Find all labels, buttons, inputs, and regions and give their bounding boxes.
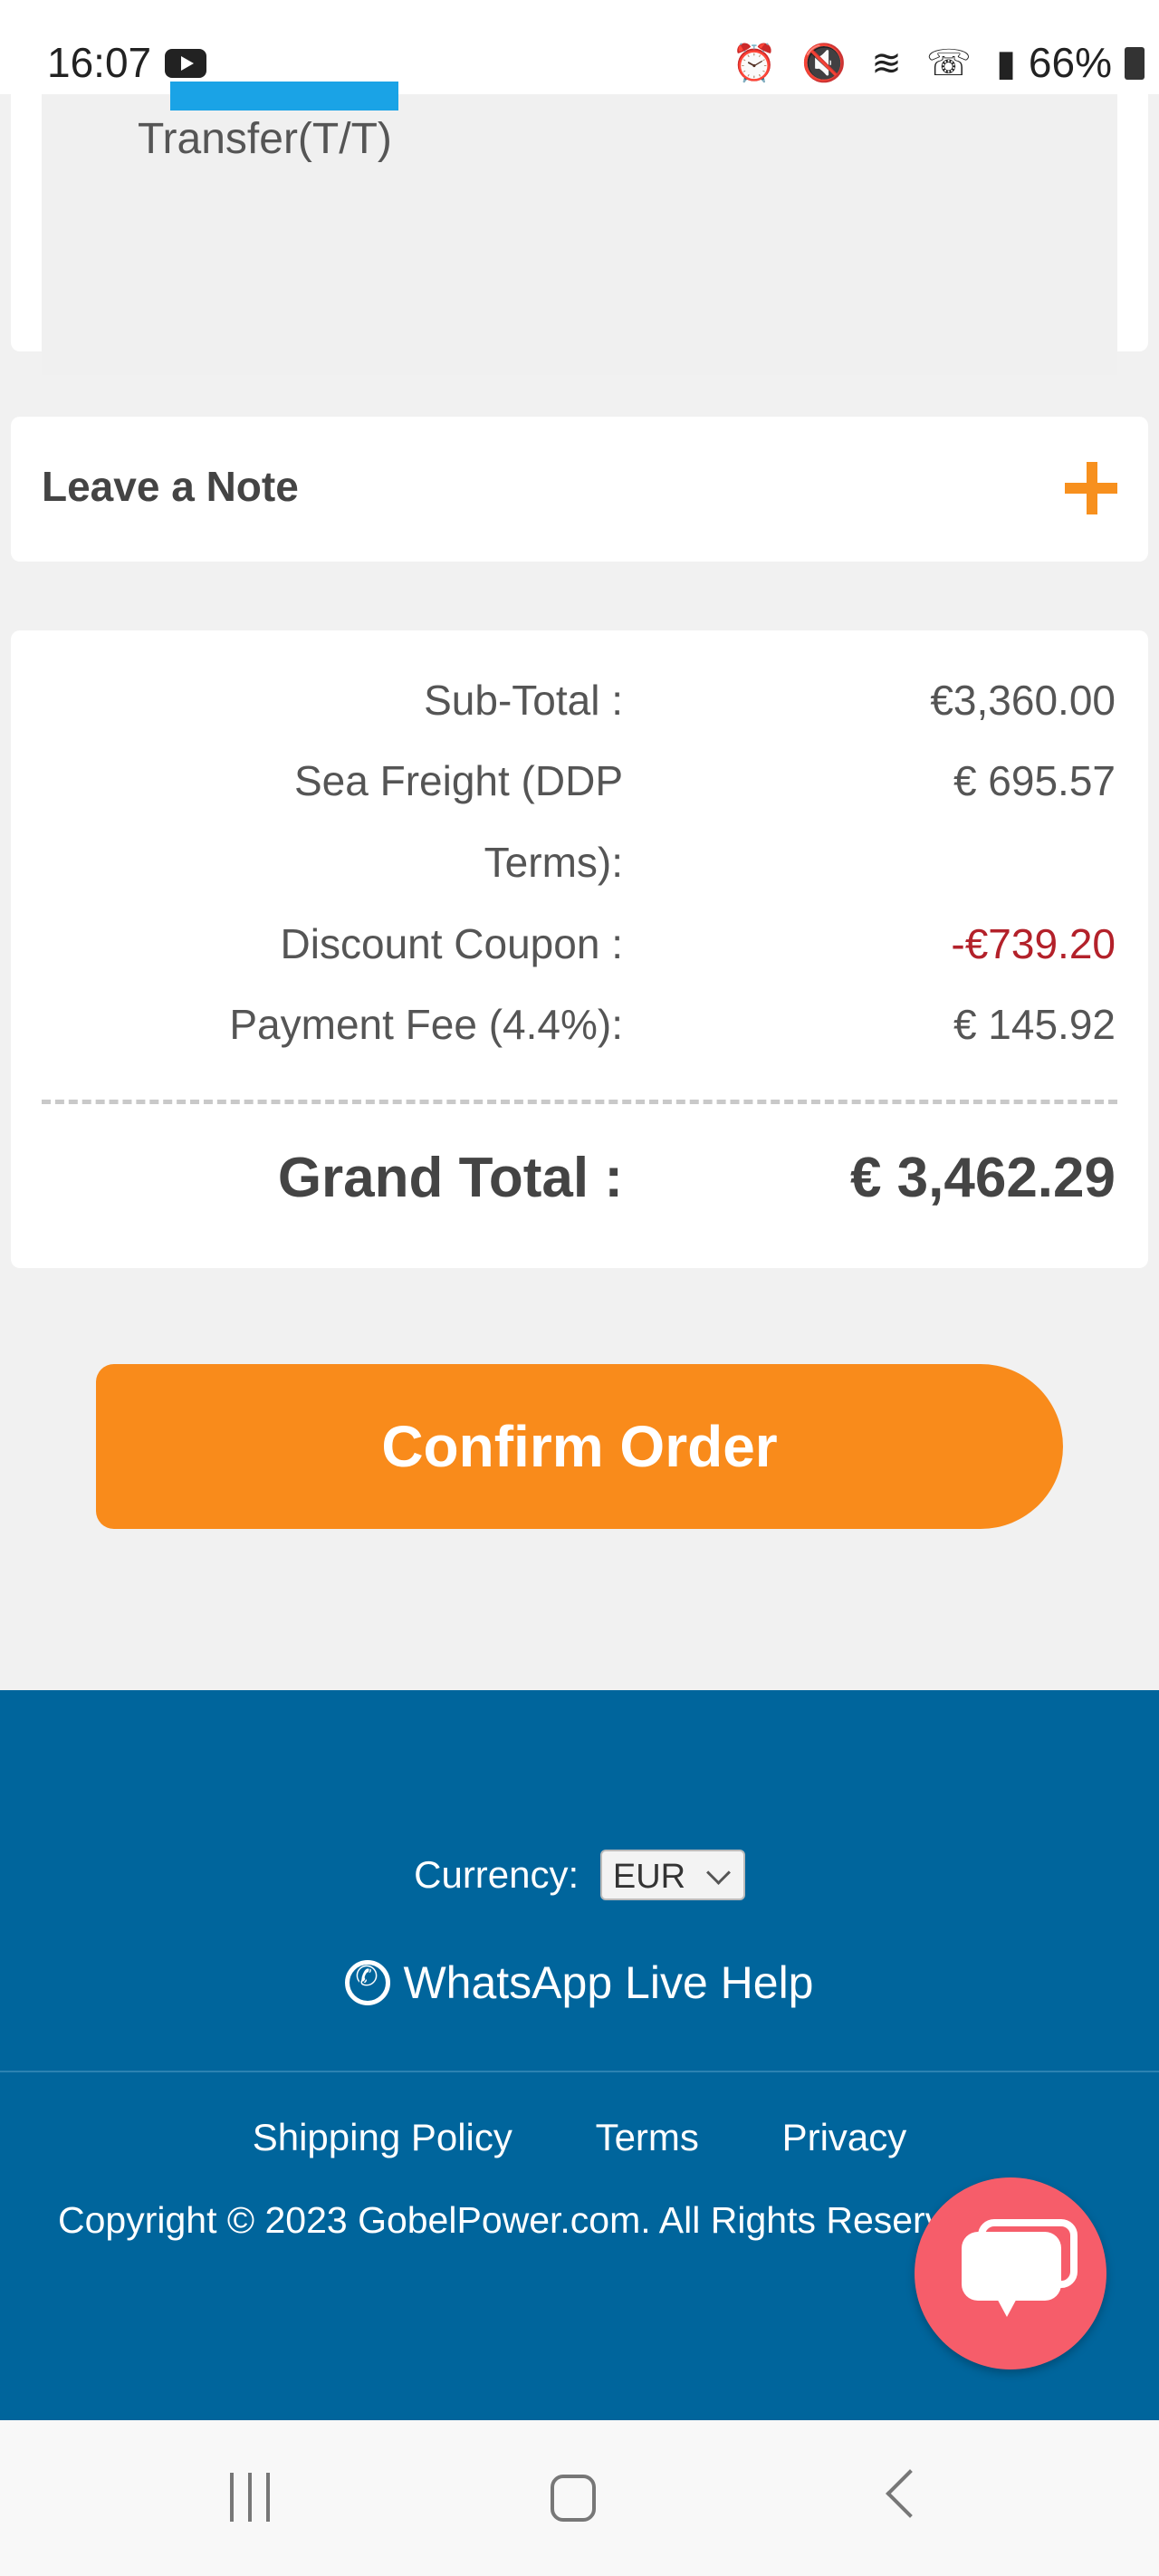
leave-note-label: Leave a Note	[42, 463, 299, 510]
battery-percent: 66%	[1028, 39, 1112, 86]
freight-label-cont: Terms):	[484, 839, 623, 886]
whatsapp-live-help-link[interactable]: WhatsApp Live Help	[0, 1953, 1159, 2009]
freight-label: Sea Freight (DDP	[293, 757, 623, 804]
chat-bubble-icon	[962, 2232, 1061, 2301]
leave-note-section[interactable]: Leave a Note	[11, 417, 1148, 562]
status-time: 16:07	[47, 39, 152, 86]
currency-label: Currency:	[414, 1853, 580, 1896]
plus-icon[interactable]	[1065, 462, 1117, 514]
totals-divider	[42, 1100, 1117, 1104]
battery-icon	[1125, 47, 1145, 80]
footer-divider	[0, 2071, 1159, 2072]
payment-fee-label: Payment Fee (4.4%):	[229, 1001, 623, 1048]
whatsapp-label: WhatsApp Live Help	[403, 1956, 814, 2008]
privacy-link[interactable]: Privacy	[782, 2116, 907, 2158]
payment-fee-value: € 145.92	[953, 1001, 1116, 1048]
grand-total-label: Grand Total :	[277, 1147, 623, 1209]
discount-label: Discount Coupon :	[280, 920, 623, 967]
currency-selector: Currency: EUR	[0, 1850, 1159, 1900]
discount-value: -€739.20	[951, 920, 1116, 967]
payment-method-label: Transfer(T/T)	[138, 115, 392, 163]
whatsapp-icon	[345, 1959, 391, 2005]
status-icons: ⏰ 🔇 ≋ ☏ ▮	[732, 43, 1023, 83]
subtotal-value: €3,360.00	[930, 677, 1116, 724]
terms-link[interactable]: Terms	[596, 2116, 699, 2158]
confirm-order-button[interactable]: Confirm Order	[96, 1364, 1063, 1529]
freight-value: € 695.57	[953, 757, 1116, 804]
home-icon[interactable]	[551, 2475, 596, 2522]
chevron-down-icon	[705, 1860, 731, 1885]
footer-links: Shipping Policy Terms Privacy	[0, 2116, 1159, 2159]
recent-apps-icon[interactable]	[226, 2473, 275, 2522]
grand-total-value: € 3,462.29	[849, 1147, 1116, 1209]
back-icon[interactable]	[886, 2469, 934, 2518]
grand-total-row: Grand Total : € 3,462.29	[11, 1138, 1148, 1219]
currency-value: EUR	[612, 1858, 686, 1896]
system-nav-bar	[0, 2420, 1159, 2576]
copyright-text: Copyright © 2023 GobelPower.com. All Rig…	[58, 2199, 985, 2241]
status-bar: 16:07 ⏰ 🔇 ≋ ☏ ▮ 66%	[0, 0, 1159, 94]
subtotal-label: Sub-Total :	[424, 677, 623, 724]
currency-select[interactable]: EUR	[599, 1850, 745, 1900]
order-totals: Sub-Total : €3,360.00 Sea Freight (DDP €…	[11, 630, 1148, 1268]
payment-method-logo	[170, 82, 398, 111]
live-chat-button[interactable]	[915, 2177, 1106, 2369]
chat-bubble-tail	[994, 2293, 1020, 2317]
shipping-policy-link[interactable]: Shipping Policy	[253, 2116, 512, 2158]
youtube-notification-icon	[165, 49, 206, 78]
